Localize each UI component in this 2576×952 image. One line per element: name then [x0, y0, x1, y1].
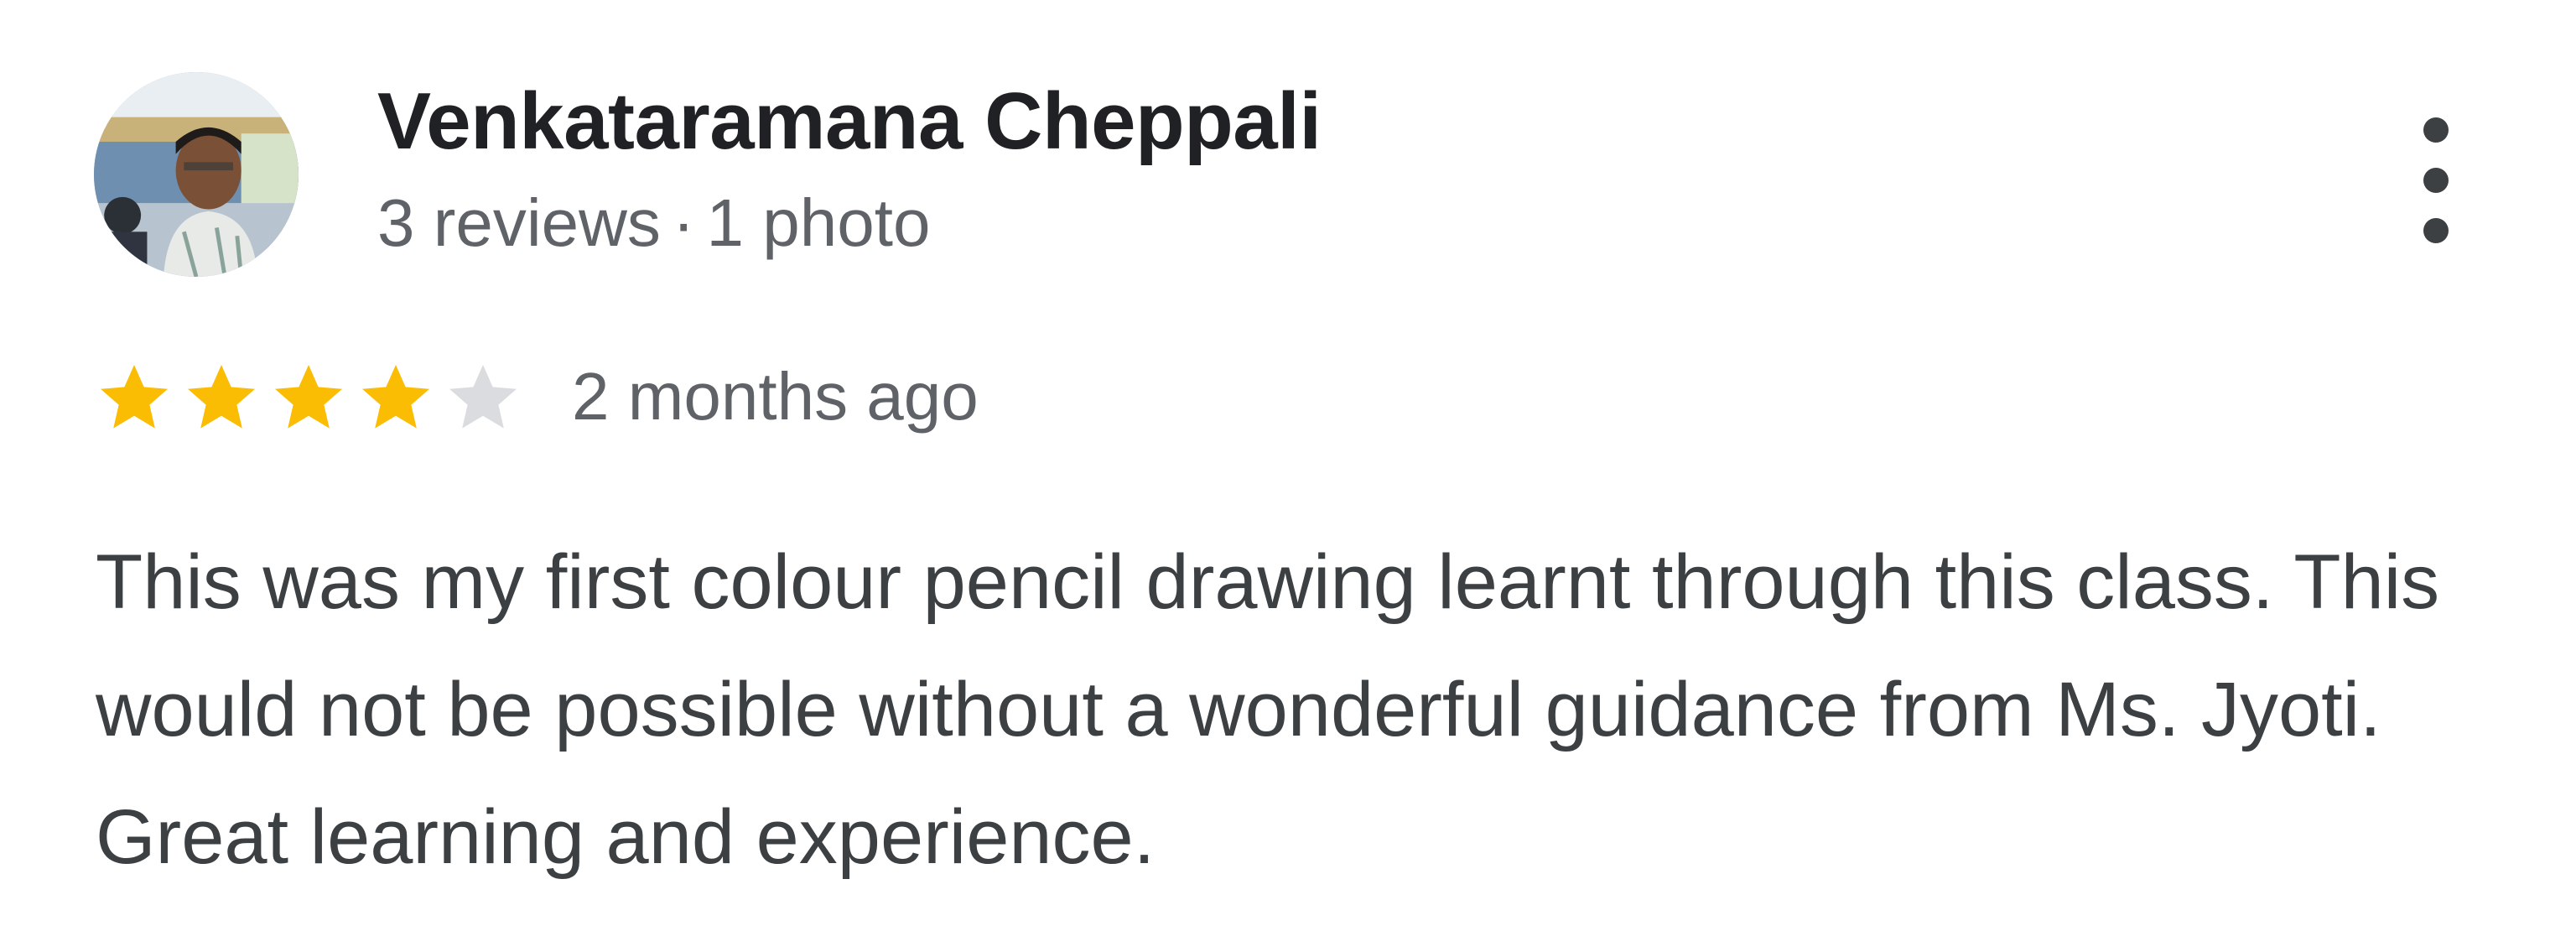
avatar-photo [94, 72, 299, 277]
review-card: Venkataramana Cheppali 3 reviews · 1 photo… [0, 0, 2576, 952]
star-rating [94, 356, 530, 437]
more-vertical-icon-dot [2423, 218, 2449, 243]
review-date: 2 months ago [572, 359, 979, 434]
reviewer-avatar[interactable] [94, 72, 299, 277]
star-filled-icon [362, 365, 429, 429]
review-text: This was my first colour pencil drawing … [96, 539, 2440, 880]
meta-separator: · [672, 185, 695, 260]
star-empty-icon [449, 365, 517, 429]
star-filled-icon [188, 365, 255, 429]
reviewer-meta: 3 reviews · 1 photo [377, 186, 930, 260]
more-vertical-icon [2423, 117, 2449, 143]
more-options-button[interactable] [2407, 117, 2465, 243]
reviews-count: 3 reviews [377, 185, 661, 260]
more-vertical-icon-dot [2423, 168, 2449, 193]
star-filled-icon [275, 365, 342, 429]
photos-count: 1 photo [706, 185, 931, 260]
rating-row: 2 months ago [94, 351, 979, 443]
star-filled-icon [101, 365, 168, 429]
reviewer-name[interactable]: Venkataramana Cheppali [377, 77, 1322, 166]
